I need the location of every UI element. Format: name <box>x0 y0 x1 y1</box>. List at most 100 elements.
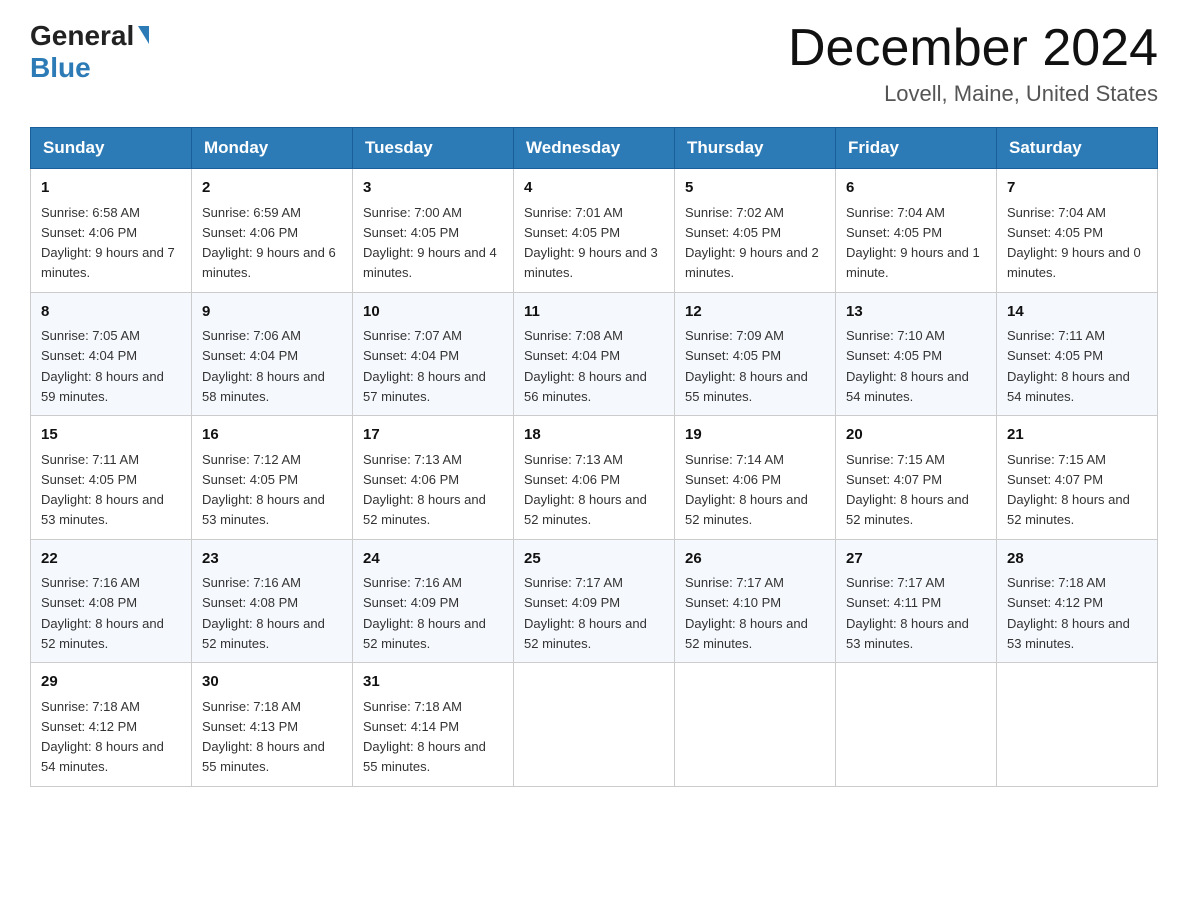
day-info: Sunrise: 7:18 AMSunset: 4:12 PMDaylight:… <box>41 699 164 775</box>
day-info: Sunrise: 7:12 AMSunset: 4:05 PMDaylight:… <box>202 452 325 528</box>
day-number: 28 <box>1007 548 1147 571</box>
day-number: 29 <box>41 671 181 694</box>
month-title: December 2024 <box>788 20 1158 77</box>
calendar-cell: 19 Sunrise: 7:14 AMSunset: 4:06 PMDaylig… <box>675 416 836 540</box>
day-number: 27 <box>846 548 986 571</box>
calendar-cell: 23 Sunrise: 7:16 AMSunset: 4:08 PMDaylig… <box>192 539 353 663</box>
calendar-cell: 1 Sunrise: 6:58 AMSunset: 4:06 PMDayligh… <box>31 169 192 293</box>
calendar-cell: 25 Sunrise: 7:17 AMSunset: 4:09 PMDaylig… <box>514 539 675 663</box>
logo: General Blue <box>30 20 149 84</box>
location-text: Lovell, Maine, United States <box>788 81 1158 107</box>
day-number: 18 <box>524 424 664 447</box>
day-number: 21 <box>1007 424 1147 447</box>
calendar-cell: 13 Sunrise: 7:10 AMSunset: 4:05 PMDaylig… <box>836 292 997 416</box>
day-number: 2 <box>202 177 342 200</box>
col-header-sunday: Sunday <box>31 128 192 169</box>
calendar-cell: 12 Sunrise: 7:09 AMSunset: 4:05 PMDaylig… <box>675 292 836 416</box>
day-info: Sunrise: 7:00 AMSunset: 4:05 PMDaylight:… <box>363 205 497 281</box>
calendar-cell: 6 Sunrise: 7:04 AMSunset: 4:05 PMDayligh… <box>836 169 997 293</box>
day-number: 20 <box>846 424 986 447</box>
day-info: Sunrise: 7:10 AMSunset: 4:05 PMDaylight:… <box>846 328 969 404</box>
col-header-thursday: Thursday <box>675 128 836 169</box>
calendar-table: SundayMondayTuesdayWednesdayThursdayFrid… <box>30 127 1158 787</box>
col-header-saturday: Saturday <box>997 128 1158 169</box>
calendar-cell <box>675 663 836 787</box>
day-info: Sunrise: 7:15 AMSunset: 4:07 PMDaylight:… <box>1007 452 1130 528</box>
day-info: Sunrise: 7:04 AMSunset: 4:05 PMDaylight:… <box>846 205 980 281</box>
calendar-cell: 11 Sunrise: 7:08 AMSunset: 4:04 PMDaylig… <box>514 292 675 416</box>
day-info: Sunrise: 7:14 AMSunset: 4:06 PMDaylight:… <box>685 452 808 528</box>
day-number: 3 <box>363 177 503 200</box>
calendar-cell <box>836 663 997 787</box>
calendar-week-row: 22 Sunrise: 7:16 AMSunset: 4:08 PMDaylig… <box>31 539 1158 663</box>
day-info: Sunrise: 7:11 AMSunset: 4:05 PMDaylight:… <box>41 452 164 528</box>
day-info: Sunrise: 7:16 AMSunset: 4:08 PMDaylight:… <box>202 575 325 651</box>
day-number: 31 <box>363 671 503 694</box>
day-info: Sunrise: 7:11 AMSunset: 4:05 PMDaylight:… <box>1007 328 1130 404</box>
calendar-cell: 28 Sunrise: 7:18 AMSunset: 4:12 PMDaylig… <box>997 539 1158 663</box>
calendar-cell: 5 Sunrise: 7:02 AMSunset: 4:05 PMDayligh… <box>675 169 836 293</box>
calendar-cell: 31 Sunrise: 7:18 AMSunset: 4:14 PMDaylig… <box>353 663 514 787</box>
day-info: Sunrise: 6:58 AMSunset: 4:06 PMDaylight:… <box>41 205 175 281</box>
day-number: 16 <box>202 424 342 447</box>
calendar-cell: 15 Sunrise: 7:11 AMSunset: 4:05 PMDaylig… <box>31 416 192 540</box>
day-number: 6 <box>846 177 986 200</box>
day-info: Sunrise: 7:17 AMSunset: 4:11 PMDaylight:… <box>846 575 969 651</box>
day-info: Sunrise: 6:59 AMSunset: 4:06 PMDaylight:… <box>202 205 336 281</box>
day-number: 1 <box>41 177 181 200</box>
day-number: 22 <box>41 548 181 571</box>
logo-general-text: General <box>30 20 134 52</box>
day-info: Sunrise: 7:08 AMSunset: 4:04 PMDaylight:… <box>524 328 647 404</box>
day-info: Sunrise: 7:16 AMSunset: 4:08 PMDaylight:… <box>41 575 164 651</box>
day-info: Sunrise: 7:02 AMSunset: 4:05 PMDaylight:… <box>685 205 819 281</box>
calendar-cell: 9 Sunrise: 7:06 AMSunset: 4:04 PMDayligh… <box>192 292 353 416</box>
calendar-week-row: 29 Sunrise: 7:18 AMSunset: 4:12 PMDaylig… <box>31 663 1158 787</box>
calendar-week-row: 8 Sunrise: 7:05 AMSunset: 4:04 PMDayligh… <box>31 292 1158 416</box>
day-number: 4 <box>524 177 664 200</box>
calendar-cell: 30 Sunrise: 7:18 AMSunset: 4:13 PMDaylig… <box>192 663 353 787</box>
day-number: 24 <box>363 548 503 571</box>
col-header-monday: Monday <box>192 128 353 169</box>
day-info: Sunrise: 7:16 AMSunset: 4:09 PMDaylight:… <box>363 575 486 651</box>
day-number: 5 <box>685 177 825 200</box>
day-number: 26 <box>685 548 825 571</box>
calendar-cell: 4 Sunrise: 7:01 AMSunset: 4:05 PMDayligh… <box>514 169 675 293</box>
calendar-cell: 18 Sunrise: 7:13 AMSunset: 4:06 PMDaylig… <box>514 416 675 540</box>
day-number: 11 <box>524 301 664 324</box>
day-info: Sunrise: 7:15 AMSunset: 4:07 PMDaylight:… <box>846 452 969 528</box>
title-area: December 2024 Lovell, Maine, United Stat… <box>788 20 1158 107</box>
day-info: Sunrise: 7:13 AMSunset: 4:06 PMDaylight:… <box>524 452 647 528</box>
day-info: Sunrise: 7:18 AMSunset: 4:13 PMDaylight:… <box>202 699 325 775</box>
day-info: Sunrise: 7:04 AMSunset: 4:05 PMDaylight:… <box>1007 205 1141 281</box>
calendar-week-row: 1 Sunrise: 6:58 AMSunset: 4:06 PMDayligh… <box>31 169 1158 293</box>
day-number: 8 <box>41 301 181 324</box>
calendar-cell: 22 Sunrise: 7:16 AMSunset: 4:08 PMDaylig… <box>31 539 192 663</box>
calendar-cell: 27 Sunrise: 7:17 AMSunset: 4:11 PMDaylig… <box>836 539 997 663</box>
day-number: 17 <box>363 424 503 447</box>
col-header-friday: Friday <box>836 128 997 169</box>
col-header-tuesday: Tuesday <box>353 128 514 169</box>
day-number: 25 <box>524 548 664 571</box>
calendar-cell: 2 Sunrise: 6:59 AMSunset: 4:06 PMDayligh… <box>192 169 353 293</box>
day-info: Sunrise: 7:17 AMSunset: 4:10 PMDaylight:… <box>685 575 808 651</box>
day-info: Sunrise: 7:09 AMSunset: 4:05 PMDaylight:… <box>685 328 808 404</box>
logo-blue-text: Blue <box>30 52 91 84</box>
calendar-cell: 14 Sunrise: 7:11 AMSunset: 4:05 PMDaylig… <box>997 292 1158 416</box>
calendar-cell: 26 Sunrise: 7:17 AMSunset: 4:10 PMDaylig… <box>675 539 836 663</box>
day-info: Sunrise: 7:17 AMSunset: 4:09 PMDaylight:… <box>524 575 647 651</box>
day-number: 7 <box>1007 177 1147 200</box>
day-number: 9 <box>202 301 342 324</box>
day-number: 15 <box>41 424 181 447</box>
day-number: 14 <box>1007 301 1147 324</box>
calendar-cell: 21 Sunrise: 7:15 AMSunset: 4:07 PMDaylig… <box>997 416 1158 540</box>
calendar-cell: 17 Sunrise: 7:13 AMSunset: 4:06 PMDaylig… <box>353 416 514 540</box>
calendar-week-row: 15 Sunrise: 7:11 AMSunset: 4:05 PMDaylig… <box>31 416 1158 540</box>
day-info: Sunrise: 7:01 AMSunset: 4:05 PMDaylight:… <box>524 205 658 281</box>
day-number: 19 <box>685 424 825 447</box>
calendar-cell: 16 Sunrise: 7:12 AMSunset: 4:05 PMDaylig… <box>192 416 353 540</box>
calendar-cell: 10 Sunrise: 7:07 AMSunset: 4:04 PMDaylig… <box>353 292 514 416</box>
calendar-cell <box>514 663 675 787</box>
calendar-cell: 8 Sunrise: 7:05 AMSunset: 4:04 PMDayligh… <box>31 292 192 416</box>
page-header: General Blue December 2024 Lovell, Maine… <box>30 20 1158 107</box>
calendar-cell: 29 Sunrise: 7:18 AMSunset: 4:12 PMDaylig… <box>31 663 192 787</box>
